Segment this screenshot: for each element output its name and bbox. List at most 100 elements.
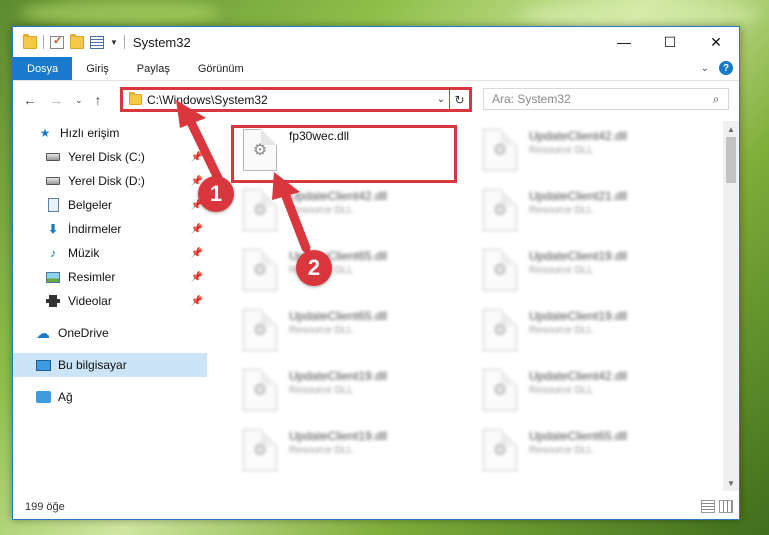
pin-icon[interactable]: 📌: [191, 152, 203, 163]
dll-file-icon: ⚙: [483, 369, 517, 411]
tab-file[interactable]: Dosya: [13, 57, 73, 80]
pin-icon[interactable]: 📌: [191, 248, 203, 259]
address-bar[interactable]: C:\Windows\System32 ⌄ ↻: [120, 87, 472, 112]
properties-icon[interactable]: [50, 34, 64, 49]
help-icon[interactable]: ?: [719, 61, 733, 75]
callout-badge-2: 2: [296, 250, 332, 286]
address-path[interactable]: C:\Windows\System32: [147, 93, 433, 107]
close-button[interactable]: ✕: [693, 27, 739, 57]
sidebar-item-quick-access[interactable]: ★ Hızlı erişim: [13, 121, 207, 145]
disk-icon: [45, 174, 61, 188]
search-icon[interactable]: ⌕: [704, 92, 728, 107]
forward-arrow-icon[interactable]: →: [49, 92, 63, 108]
tab-share[interactable]: Paylaş: [123, 57, 184, 80]
sidebar-item-videos[interactable]: Videolar 📌: [13, 289, 207, 313]
file-name: UpdateClient65.dll: [529, 429, 628, 443]
dll-file-icon: ⚙: [483, 129, 517, 171]
download-icon: ⬇: [47, 222, 59, 236]
file-type: Resource DLL: [529, 385, 593, 396]
sidebar-item-documents[interactable]: Belgeler 📌: [13, 193, 207, 217]
callout-badge-1: 1: [198, 176, 234, 212]
file-type: Resource DLL: [529, 265, 593, 276]
vertical-scrollbar[interactable]: ▲ ▼: [723, 121, 739, 491]
file-name: UpdateClient42.dll: [529, 129, 628, 143]
sidebar-item-local-disk-d[interactable]: Yerel Disk (D:) 📌: [13, 169, 207, 193]
scroll-thumb[interactable]: [726, 137, 736, 183]
pin-icon[interactable]: 📌: [191, 224, 203, 235]
details-view-icon[interactable]: [701, 500, 715, 513]
file-list: ⚙ fp30wec.dll ⚙ UpdateClient42.dll Resour…: [221, 121, 721, 491]
layout-icon[interactable]: [90, 35, 104, 49]
sidebar-item-label: Ağ: [58, 390, 73, 404]
sidebar-item-label: Yerel Disk (C:): [68, 150, 145, 164]
recent-locations-icon[interactable]: ⌄: [75, 95, 83, 106]
file-tile[interactable]: ⚙ UpdateClient19.dll Resource DLL: [471, 245, 697, 303]
sidebar-item-label: Videolar: [68, 294, 112, 308]
tab-view[interactable]: Görünüm: [184, 57, 258, 80]
sidebar-item-label: Belgeler: [68, 198, 113, 212]
file-tile[interactable]: ⚙ UpdateClient42.dll Resource DLL: [471, 365, 697, 423]
dll-file-icon: ⚙: [243, 429, 277, 471]
scroll-down-icon[interactable]: ▼: [723, 475, 739, 491]
sidebar-item-label: Müzik: [68, 246, 100, 260]
file-type: Resource DLL: [289, 205, 353, 216]
new-folder-icon[interactable]: [70, 33, 84, 49]
file-tile[interactable]: ⚙ UpdateClient21.dll Resource DLL: [471, 185, 697, 243]
file-type: Resource DLL: [529, 325, 593, 336]
pin-icon[interactable]: 📌: [191, 272, 203, 283]
file-tile[interactable]: ⚙ UpdateClient19.dll Resource DLL: [231, 425, 457, 483]
pin-icon[interactable]: 📌: [191, 296, 203, 307]
refresh-icon[interactable]: ↻: [449, 90, 469, 109]
back-arrow-icon[interactable]: ←: [23, 92, 37, 108]
sidebar-item-pictures[interactable]: Resimler 📌: [13, 265, 207, 289]
dll-file-icon: ⚙: [483, 189, 517, 231]
file-tile[interactable]: ⚙ UpdateClient65.dllResource DLL: [471, 425, 697, 483]
search-box[interactable]: Ara: System32 ⌕: [483, 88, 729, 110]
sidebar-item-label: Yerel Disk (D:): [68, 174, 145, 188]
title-bar: ▼ System32 — ☐ ✕: [13, 27, 739, 57]
file-tile[interactable]: ⚙ UpdateClient19.dll Resource DLL: [471, 305, 697, 363]
cloud-icon: ☁: [36, 324, 50, 341]
file-tile[interactable]: ⚙ UpdateClient65.dllResource DLL: [231, 305, 457, 363]
star-icon: ★: [39, 126, 51, 140]
file-tile[interactable]: ⚙ UpdateClient19.dll Resource DLL: [231, 365, 457, 423]
tiles-view-icon[interactable]: [719, 500, 733, 513]
music-icon: ♪: [50, 246, 56, 260]
computer-icon: [35, 358, 51, 372]
file-tile[interactable]: ⚙ UpdateClient42.dll Resource DLL: [231, 185, 457, 243]
tab-home[interactable]: Giriş: [72, 57, 123, 80]
chevron-down-icon[interactable]: ⌄: [433, 94, 449, 105]
file-tile[interactable]: ⚙ UpdateClient42.dll Resource DLL: [471, 125, 697, 183]
picture-icon: [45, 270, 61, 284]
sidebar-item-network[interactable]: Ağ: [13, 385, 207, 409]
sidebar-item-label: Hızlı erişim: [60, 126, 120, 140]
sidebar-item-music[interactable]: ♪ Müzik 📌: [13, 241, 207, 265]
minimize-button[interactable]: —: [601, 27, 647, 57]
file-type: Resource DLL: [289, 325, 353, 336]
customize-toolbar-icon[interactable]: ▼: [110, 38, 118, 47]
sidebar-item-onedrive[interactable]: ☁ OneDrive: [13, 321, 207, 345]
scroll-up-icon[interactable]: ▲: [723, 121, 739, 137]
file-name: UpdateClient42.dll: [289, 189, 388, 203]
expand-ribbon-icon[interactable]: ⌄: [701, 63, 709, 74]
folder-icon[interactable]: [23, 33, 37, 49]
window-title: System32: [132, 34, 191, 50]
file-name: UpdateClient65.dll: [289, 309, 388, 323]
search-input[interactable]: Ara: System32: [492, 92, 704, 106]
sidebar-item-local-disk-c[interactable]: Yerel Disk (C:) 📌: [13, 145, 207, 169]
file-name: UpdateClient19.dll: [529, 309, 628, 323]
ribbon-right: ⌄ ?: [701, 61, 733, 75]
file-name: UpdateClient19.dll: [529, 249, 628, 263]
quick-access-toolbar: ▼: [13, 33, 125, 49]
status-bar: 199 öğe: [13, 495, 739, 519]
sidebar-item-downloads[interactable]: ⬇ İndirmeler 📌: [13, 217, 207, 241]
navigation-buttons: ← → ⌄ ↑: [19, 92, 129, 108]
dll-file-icon: ⚙: [243, 189, 277, 231]
dll-file-icon: ⚙: [483, 429, 517, 471]
file-tile[interactable]: ⚙ UpdateClient65.dllResource DLL: [231, 245, 457, 303]
item-count: 199 öğe: [25, 501, 65, 513]
maximize-button[interactable]: ☐: [647, 27, 693, 57]
up-arrow-icon[interactable]: ↑: [95, 92, 102, 108]
sidebar-item-this-pc[interactable]: Bu bilgisayar: [13, 353, 207, 377]
dll-file-icon: ⚙: [483, 249, 517, 291]
